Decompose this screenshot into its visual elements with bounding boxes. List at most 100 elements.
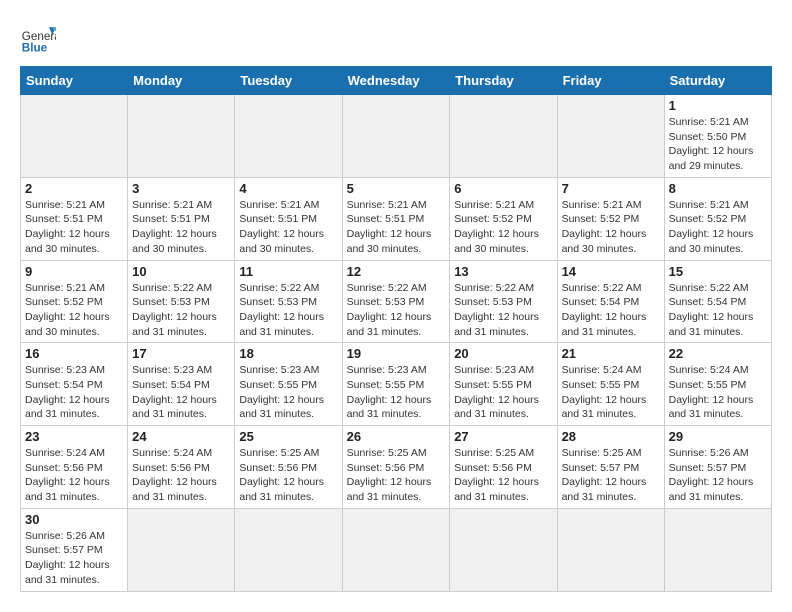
sun-info: Sunrise: 5:21 AM Sunset: 5:52 PM Dayligh… xyxy=(25,281,123,340)
sun-info: Sunrise: 5:21 AM Sunset: 5:52 PM Dayligh… xyxy=(562,198,660,257)
day-number: 18 xyxy=(239,346,337,361)
cell-content: 25 Sunrise: 5:25 AM Sunset: 5:56 PM Dayli… xyxy=(239,429,337,505)
calendar-cell: 27Sunrise: 5:25 AM Sunset: 5:56 PM Dayli… xyxy=(450,426,557,509)
cell-content: 22Sunrise: 5:24 AM Sunset: 5:55 PM Dayli… xyxy=(669,346,767,422)
cell-content: 3Sunrise: 5:21 AM Sunset: 5:51 PM Daylig… xyxy=(132,181,230,257)
day-number: 5 xyxy=(347,181,446,196)
sun-info: Sunrise: 5:21 AM Sunset: 5:52 PM Dayligh… xyxy=(454,198,552,257)
calendar-cell: 22Sunrise: 5:24 AM Sunset: 5:55 PM Dayli… xyxy=(664,343,771,426)
sun-info: Sunrise: 5:22 AM Sunset: 5:53 PM Dayligh… xyxy=(347,281,446,340)
cell-content: 14Sunrise: 5:22 AM Sunset: 5:54 PM Dayli… xyxy=(562,264,660,340)
calendar-cell: 24Sunrise: 5:24 AM Sunset: 5:56 PM Dayli… xyxy=(128,426,235,509)
day-number: 16 xyxy=(25,346,123,361)
cell-content: 10Sunrise: 5:22 AM Sunset: 5:53 PM Dayli… xyxy=(132,264,230,340)
cell-content: 27Sunrise: 5:25 AM Sunset: 5:56 PM Dayli… xyxy=(454,429,552,505)
calendar-cell xyxy=(557,508,664,591)
cell-content: 9Sunrise: 5:21 AM Sunset: 5:52 PM Daylig… xyxy=(25,264,123,340)
cell-content: 5Sunrise: 5:21 AM Sunset: 5:51 PM Daylig… xyxy=(347,181,446,257)
sun-info: Sunrise: 5:23 AM Sunset: 5:54 PM Dayligh… xyxy=(132,363,230,422)
day-number: 17 xyxy=(132,346,230,361)
calendar-cell xyxy=(21,95,128,178)
cell-content: 11Sunrise: 5:22 AM Sunset: 5:53 PM Dayli… xyxy=(239,264,337,340)
sun-info: Sunrise: 5:21 AM Sunset: 5:50 PM Dayligh… xyxy=(669,115,767,174)
day-number: 4 xyxy=(239,181,337,196)
logo: General Blue xyxy=(20,20,60,56)
calendar-cell: 16Sunrise: 5:23 AM Sunset: 5:54 PM Dayli… xyxy=(21,343,128,426)
sun-info: Sunrise: 5:22 AM Sunset: 5:53 PM Dayligh… xyxy=(132,281,230,340)
calendar-cell xyxy=(664,508,771,591)
calendar-cell: 21Sunrise: 5:24 AM Sunset: 5:55 PM Dayli… xyxy=(557,343,664,426)
calendar-week-row: 2Sunrise: 5:21 AM Sunset: 5:51 PM Daylig… xyxy=(21,177,772,260)
cell-content: 24Sunrise: 5:24 AM Sunset: 5:56 PM Dayli… xyxy=(132,429,230,505)
sun-info: Sunrise: 5:24 AM Sunset: 5:56 PM Dayligh… xyxy=(25,446,123,505)
sun-info: Sunrise: 5:21 AM Sunset: 5:51 PM Dayligh… xyxy=(132,198,230,257)
calendar-cell: 5Sunrise: 5:21 AM Sunset: 5:51 PM Daylig… xyxy=(342,177,450,260)
cell-content: 23Sunrise: 5:24 AM Sunset: 5:56 PM Dayli… xyxy=(25,429,123,505)
calendar-cell xyxy=(128,95,235,178)
cell-content: 30Sunrise: 5:26 AM Sunset: 5:57 PM Dayli… xyxy=(25,512,123,588)
calendar-cell: 1Sunrise: 5:21 AM Sunset: 5:50 PM Daylig… xyxy=(664,95,771,178)
cell-content: 7 Sunrise: 5:21 AM Sunset: 5:52 PM Daylig… xyxy=(562,181,660,257)
calendar-cell xyxy=(235,95,342,178)
calendar-week-row: 23Sunrise: 5:24 AM Sunset: 5:56 PM Dayli… xyxy=(21,426,772,509)
sun-info: Sunrise: 5:24 AM Sunset: 5:55 PM Dayligh… xyxy=(669,363,767,422)
sun-info: Sunrise: 5:25 AM Sunset: 5:56 PM Dayligh… xyxy=(347,446,446,505)
calendar-cell xyxy=(450,95,557,178)
calendar-week-row: 9Sunrise: 5:21 AM Sunset: 5:52 PM Daylig… xyxy=(21,260,772,343)
cell-content: 21Sunrise: 5:24 AM Sunset: 5:55 PM Dayli… xyxy=(562,346,660,422)
sun-info: Sunrise: 5:21 AM Sunset: 5:51 PM Dayligh… xyxy=(239,198,337,257)
calendar-cell: 20 Sunrise: 5:23 AM Sunset: 5:55 PM Dayli… xyxy=(450,343,557,426)
calendar-table: SundayMondayTuesdayWednesdayThursdayFrid… xyxy=(20,66,772,592)
day-number: 15 xyxy=(669,264,767,279)
cell-content: 2Sunrise: 5:21 AM Sunset: 5:51 PM Daylig… xyxy=(25,181,123,257)
calendar-cell: 30Sunrise: 5:26 AM Sunset: 5:57 PM Dayli… xyxy=(21,508,128,591)
sun-info: Sunrise: 5:23 AM Sunset: 5:55 PM Dayligh… xyxy=(239,363,337,422)
calendar-week-row: 1Sunrise: 5:21 AM Sunset: 5:50 PM Daylig… xyxy=(21,95,772,178)
day-number: 24 xyxy=(132,429,230,444)
cell-content: 4 Sunrise: 5:21 AM Sunset: 5:51 PM Daylig… xyxy=(239,181,337,257)
calendar-cell: 11Sunrise: 5:22 AM Sunset: 5:53 PM Dayli… xyxy=(235,260,342,343)
sun-info: Sunrise: 5:25 AM Sunset: 5:56 PM Dayligh… xyxy=(454,446,552,505)
sun-info: Sunrise: 5:25 AM Sunset: 5:57 PM Dayligh… xyxy=(562,446,660,505)
calendar-cell: 10Sunrise: 5:22 AM Sunset: 5:53 PM Dayli… xyxy=(128,260,235,343)
day-number: 30 xyxy=(25,512,123,527)
calendar-cell: 29Sunrise: 5:26 AM Sunset: 5:57 PM Dayli… xyxy=(664,426,771,509)
weekday-header-cell: Saturday xyxy=(664,67,771,95)
day-number: 14 xyxy=(562,264,660,279)
calendar-cell: 26Sunrise: 5:25 AM Sunset: 5:56 PM Dayli… xyxy=(342,426,450,509)
sun-info: Sunrise: 5:22 AM Sunset: 5:54 PM Dayligh… xyxy=(669,281,767,340)
calendar-cell: 2Sunrise: 5:21 AM Sunset: 5:51 PM Daylig… xyxy=(21,177,128,260)
cell-content: 12Sunrise: 5:22 AM Sunset: 5:53 PM Dayli… xyxy=(347,264,446,340)
calendar-cell xyxy=(342,508,450,591)
logo-icon: General Blue xyxy=(20,20,56,56)
weekday-header-cell: Sunday xyxy=(21,67,128,95)
calendar-cell: 12Sunrise: 5:22 AM Sunset: 5:53 PM Dayli… xyxy=(342,260,450,343)
weekday-header-row: SundayMondayTuesdayWednesdayThursdayFrid… xyxy=(21,67,772,95)
weekday-header-cell: Tuesday xyxy=(235,67,342,95)
calendar-cell: 28Sunrise: 5:25 AM Sunset: 5:57 PM Dayli… xyxy=(557,426,664,509)
calendar-cell: 8 Sunrise: 5:21 AM Sunset: 5:52 PM Daylig… xyxy=(664,177,771,260)
calendar-week-row: 16 Sunrise: 5:23 AM Sunset: 5:54 PM Dayli… xyxy=(21,343,772,426)
cell-content: 15 Sunrise: 5:22 AM Sunset: 5:54 PM Dayli… xyxy=(669,264,767,340)
cell-content: 1Sunrise: 5:21 AM Sunset: 5:50 PM Daylig… xyxy=(669,98,767,174)
cell-content: 8 Sunrise: 5:21 AM Sunset: 5:52 PM Daylig… xyxy=(669,181,767,257)
page-header: General Blue xyxy=(20,20,772,56)
weekday-header-cell: Wednesday xyxy=(342,67,450,95)
day-number: 8 xyxy=(669,181,767,196)
sun-info: Sunrise: 5:23 AM Sunset: 5:55 PM Dayligh… xyxy=(454,363,552,422)
day-number: 20 xyxy=(454,346,552,361)
sun-info: Sunrise: 5:22 AM Sunset: 5:53 PM Dayligh… xyxy=(454,281,552,340)
calendar-cell: 13Sunrise: 5:22 AM Sunset: 5:53 PM Dayli… xyxy=(450,260,557,343)
calendar-cell: 17 Sunrise: 5:23 AM Sunset: 5:54 PM Dayli… xyxy=(128,343,235,426)
cell-content: 20 Sunrise: 5:23 AM Sunset: 5:55 PM Dayli… xyxy=(454,346,552,422)
sun-info: Sunrise: 5:25 AM Sunset: 5:56 PM Dayligh… xyxy=(239,446,337,505)
sun-info: Sunrise: 5:21 AM Sunset: 5:52 PM Dayligh… xyxy=(669,198,767,257)
calendar-cell: 23Sunrise: 5:24 AM Sunset: 5:56 PM Dayli… xyxy=(21,426,128,509)
day-number: 25 xyxy=(239,429,337,444)
calendar-cell xyxy=(557,95,664,178)
calendar-cell: 6Sunrise: 5:21 AM Sunset: 5:52 PM Daylig… xyxy=(450,177,557,260)
weekday-header-cell: Friday xyxy=(557,67,664,95)
sun-info: Sunrise: 5:23 AM Sunset: 5:55 PM Dayligh… xyxy=(347,363,446,422)
calendar-cell xyxy=(342,95,450,178)
day-number: 7 xyxy=(562,181,660,196)
